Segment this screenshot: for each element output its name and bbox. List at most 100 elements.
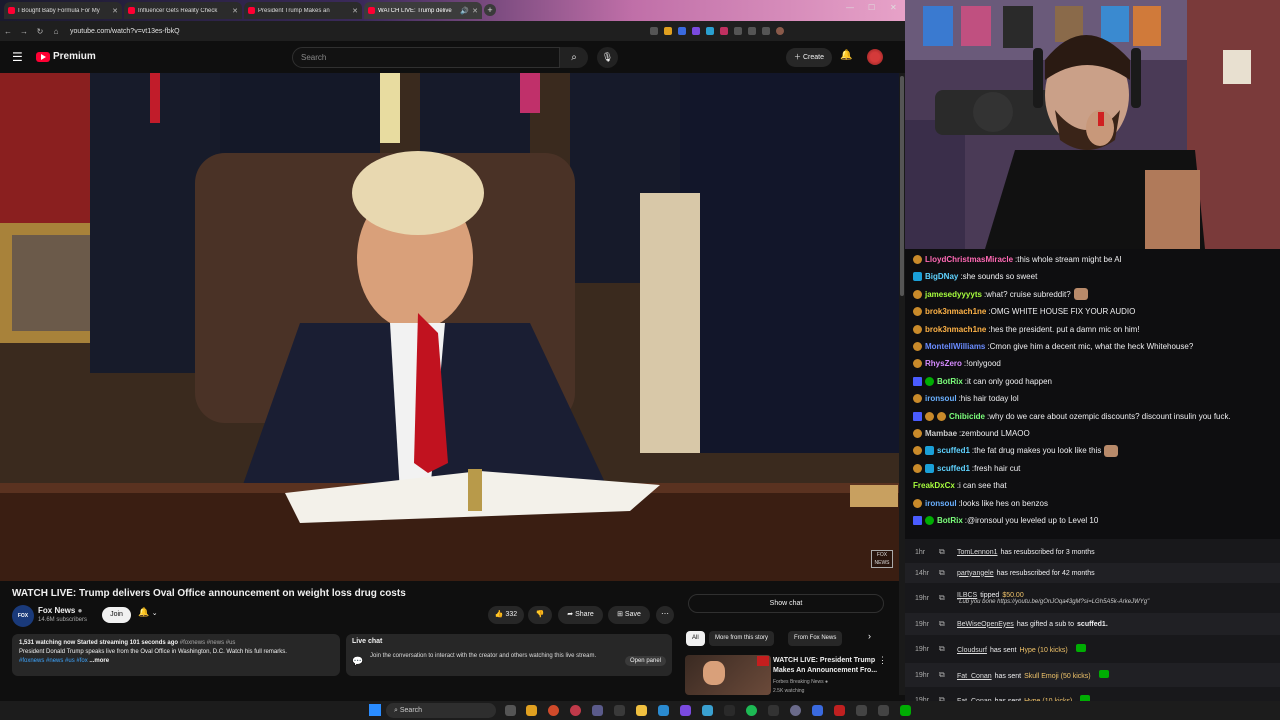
extension-icon[interactable] [748, 27, 756, 35]
app-icon[interactable] [790, 705, 801, 716]
browser-tab[interactable]: Influencer Gets Reality Check ✕ [124, 2, 242, 19]
description-more-link[interactable]: ...more [89, 658, 109, 664]
chat-username[interactable]: brok3nmach1ne [925, 321, 986, 338]
app-icon[interactable] [900, 705, 911, 716]
home-icon[interactable]: ⌂ [48, 27, 64, 36]
new-tab-button[interactable]: + [484, 4, 496, 16]
search-input[interactable]: Search [292, 47, 560, 68]
open-panel-button[interactable]: Open panel [624, 656, 666, 666]
windows-start-icon[interactable] [369, 704, 381, 716]
menu-icon[interactable]: ☰ [12, 50, 23, 64]
extension-icon[interactable] [762, 27, 770, 35]
related-video-menu-icon[interactable]: ⋮ [878, 655, 887, 666]
join-button[interactable]: Join [102, 607, 131, 623]
app-icon[interactable] [592, 705, 603, 716]
chat-username[interactable]: Chibicide [949, 408, 985, 425]
app-icon[interactable] [856, 705, 867, 716]
taskbar-search[interactable]: ⌕ Search [386, 703, 496, 718]
scrollbar-thumb[interactable] [900, 76, 904, 296]
gift-target[interactable]: scuffed1. [1077, 621, 1108, 628]
search-button[interactable]: ⌕ [560, 47, 588, 68]
extension-icon[interactable] [734, 27, 742, 35]
subscribed-bell-button[interactable]: 🔔 ⌄ [138, 607, 170, 623]
app-icon[interactable] [570, 705, 581, 716]
app-icon[interactable] [768, 705, 779, 716]
browser-tab[interactable]: I Bought Baby Formula For My ✕ [4, 2, 122, 19]
browser-tab-active[interactable]: WATCH LIVE: Trump delive 🔊 ✕ [364, 2, 482, 19]
profile-icon[interactable] [776, 27, 784, 35]
chat-username[interactable]: LloydChristmasMiracle [925, 251, 1013, 268]
maximize-icon[interactable]: ☐ [868, 3, 875, 12]
video-player[interactable] [0, 73, 900, 581]
app-icon[interactable] [724, 705, 735, 716]
create-button[interactable]: ＋ Create [786, 48, 832, 67]
voice-search-button[interactable]: 🎙 [597, 47, 618, 68]
close-window-icon[interactable]: ✕ [890, 3, 897, 12]
like-button[interactable]: 👍 332 [488, 606, 524, 624]
task-view-icon[interactable] [505, 705, 516, 716]
app-icon[interactable] [834, 705, 845, 716]
extension-icon[interactable] [692, 27, 700, 35]
chrome-icon[interactable] [548, 705, 559, 716]
notifications-icon[interactable]: 🔔 [840, 50, 852, 61]
close-icon[interactable]: ✕ [112, 7, 118, 15]
browser-tab[interactable]: President Trump Makes an ✕ [244, 2, 362, 19]
chat-username[interactable]: BotRix [937, 373, 963, 390]
chat-username[interactable]: FreakDxCx [913, 477, 955, 494]
app-icon[interactable] [702, 705, 713, 716]
chat-username[interactable]: MontellWilliams [925, 338, 985, 355]
chip-all[interactable]: All [686, 631, 705, 646]
event-username[interactable]: Fat_Conan [957, 673, 992, 680]
chat-username[interactable]: Mambae [925, 425, 957, 442]
related-video-title[interactable]: WATCH LIVE: President Trump Makes An Ann… [773, 656, 881, 676]
chat-username[interactable]: scuffed1 [937, 442, 970, 459]
extension-icon[interactable] [664, 27, 672, 35]
event-username[interactable]: BeWiseOpenEyes [957, 621, 1014, 628]
event-username[interactable]: ILBCS [957, 592, 977, 599]
close-icon[interactable]: ✕ [232, 7, 238, 15]
channel-avatar[interactable]: FOX [12, 605, 34, 627]
chat-username[interactable]: BigDNay [925, 268, 958, 285]
share-button[interactable]: ➦ Share [558, 606, 603, 624]
channel-name[interactable]: Fox News ● [38, 606, 82, 615]
app-icon[interactable] [526, 705, 537, 716]
extension-icon[interactable] [720, 27, 728, 35]
chat-username[interactable]: scuffed1 [937, 460, 970, 477]
close-icon[interactable]: ✕ [352, 7, 358, 15]
app-icon[interactable] [680, 705, 691, 716]
app-icon[interactable] [614, 705, 625, 716]
chat-username[interactable]: BotRix [937, 512, 963, 529]
chat-username[interactable]: ironsoul [925, 390, 957, 407]
chevron-right-icon[interactable]: › [868, 631, 871, 641]
url-field[interactable]: youtube.com/watch?v=vt13es-fbkQ [70, 24, 640, 38]
related-video-channel[interactable]: Forbes Breaking News ● [773, 679, 828, 685]
spotify-icon[interactable] [746, 705, 757, 716]
chip-more-from-story[interactable]: More from this story [709, 631, 775, 646]
chat-username[interactable]: RhysZero [925, 355, 962, 372]
hashtag-links[interactable]: #foxnews #news #us #fox [19, 658, 88, 664]
app-icon[interactable] [658, 705, 669, 716]
avatar[interactable] [867, 49, 883, 65]
event-username[interactable]: TomLennon1 [957, 549, 997, 556]
save-button[interactable]: ⊞ Save [608, 606, 650, 624]
speaker-icon[interactable]: 🔊 [460, 7, 469, 15]
reload-icon[interactable]: ↻ [32, 27, 48, 36]
extension-icon[interactable] [650, 27, 658, 35]
back-icon[interactable]: ← [0, 27, 16, 36]
forward-icon[interactable]: → [16, 27, 32, 36]
event-username[interactable]: Cloudsurf [957, 647, 987, 654]
app-icon[interactable] [878, 705, 889, 716]
tip-message[interactable]: "Lub you bone https://youtu.be/gOnJOqa43… [957, 599, 1149, 605]
extension-icon[interactable] [706, 27, 714, 35]
chat-username[interactable]: jamesedyyyyts [925, 286, 982, 303]
chat-username[interactable]: brok3nmach1ne [925, 303, 986, 320]
more-actions-button[interactable]: ⋯ [656, 606, 674, 624]
chip-from-fox-news[interactable]: From Fox News [788, 631, 843, 646]
app-icon[interactable] [812, 705, 823, 716]
extension-icon[interactable] [678, 27, 686, 35]
event-username[interactable]: partyangele [957, 570, 994, 577]
close-icon[interactable]: ✕ [472, 7, 478, 15]
minimize-icon[interactable]: — [846, 3, 854, 12]
chat-username[interactable]: ironsoul [925, 495, 957, 512]
file-explorer-icon[interactable] [636, 705, 647, 716]
